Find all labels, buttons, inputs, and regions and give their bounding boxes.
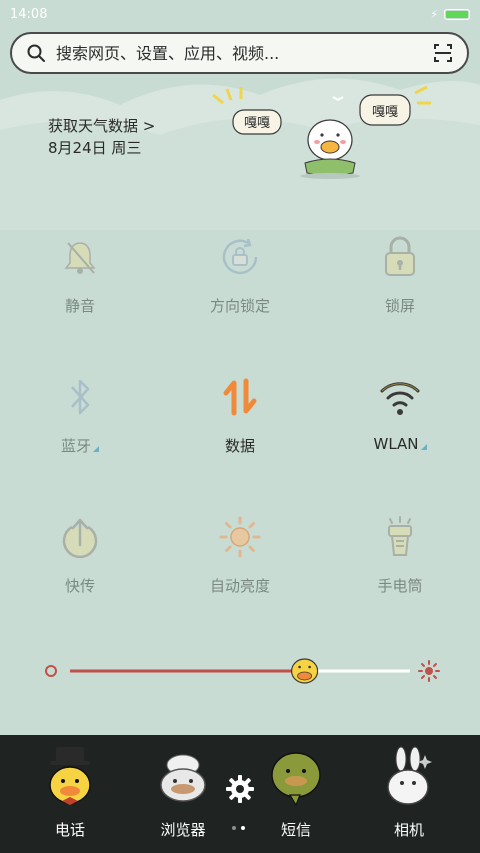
weather-widget[interactable]: 获取天气数据 > 8月24日 周三 — [48, 115, 155, 159]
search-icon — [27, 44, 45, 62]
search-bar[interactable] — [10, 32, 469, 74]
status-bar: 14:08 ⚡ — [0, 0, 480, 28]
brightness-slider[interactable] — [44, 655, 440, 689]
tile-flashlight[interactable]: 手电筒 — [320, 513, 480, 613]
status-time: 14:08 — [10, 6, 48, 22]
brightness-low-icon — [45, 665, 57, 677]
tile-label-wrap: WLAN — [373, 435, 427, 453]
bell-muted-icon — [56, 233, 104, 281]
page-indicator — [232, 826, 245, 830]
tile-silent[interactable]: 静音 — [0, 233, 160, 333]
gear-icon[interactable] — [224, 773, 256, 805]
bubble-left-text: 嘎嘎 — [244, 116, 270, 131]
bluetooth-icon — [56, 373, 104, 421]
tile-label: 快传 — [64, 577, 95, 595]
lightning-icon: ⚡ — [430, 7, 438, 21]
tile-label: 锁屏 — [384, 297, 415, 315]
scan-icon[interactable] — [433, 43, 453, 63]
duck-mascot-illustration: 嘎嘎 嘎嘎 — [212, 85, 431, 179]
tile-label-wrap: 蓝牙 — [61, 435, 99, 456]
weather-link[interactable]: 获取天气数据 > — [48, 115, 155, 137]
duck-icon — [300, 119, 360, 179]
status-right: ⚡ — [430, 8, 470, 21]
speech-bubble-left: 嘎嘎 — [212, 87, 282, 135]
dock-app-label: 浏览器 — [160, 821, 206, 839]
share-power-icon — [56, 513, 104, 561]
wifi-icon — [376, 373, 424, 421]
tile-label: 蓝牙 — [60, 437, 91, 455]
dock-app-phone[interactable]: 电话 — [20, 745, 120, 845]
dock-app-label: 电话 — [54, 821, 85, 839]
tile-label: 方向锁定 — [209, 297, 270, 315]
tile-wlan[interactable]: WLAN — [320, 373, 480, 473]
slider-thumb-duck-icon — [291, 658, 319, 684]
tile-label: 数据 — [224, 437, 255, 455]
dock-app-label: 相机 — [393, 821, 424, 839]
expand-triangle-icon — [420, 444, 427, 450]
tile-share[interactable]: 快传 — [0, 513, 160, 613]
weather-date: 8月24日 周三 — [48, 139, 142, 157]
search-input[interactable] — [56, 43, 433, 63]
brightness-high-icon — [418, 660, 440, 682]
tile-label: 自动亮度 — [209, 577, 270, 595]
rotation-lock-icon — [216, 233, 264, 281]
tile-rotation-lock[interactable]: 方向锁定 — [160, 233, 320, 333]
speech-bubble-right: 嘎嘎 — [332, 85, 431, 126]
battery-icon — [444, 8, 470, 20]
camera-bunny-icon — [387, 746, 432, 805]
flashlight-icon — [376, 513, 424, 561]
browser-duck-icon — [160, 754, 206, 802]
dock-app-label: 短信 — [280, 821, 311, 839]
dock-app-camera[interactable]: 相机 — [359, 745, 459, 845]
tile-label: 手电筒 — [377, 577, 423, 595]
tile-bluetooth[interactable]: 蓝牙 — [0, 373, 160, 473]
bubble-right-text: 嘎嘎 — [372, 105, 398, 120]
lock-icon — [376, 233, 424, 281]
dock-app-messages[interactable]: 短信 — [246, 745, 346, 845]
messages-duck-icon — [271, 752, 321, 807]
tile-mobile-data[interactable]: 数据 — [160, 373, 320, 473]
tile-lock-screen[interactable]: 锁屏 — [320, 233, 480, 333]
tile-auto-brightness[interactable]: 自动亮度 — [160, 513, 320, 613]
page-dot-active — [241, 826, 245, 830]
mobile-data-icon — [216, 373, 264, 421]
battery-fill — [446, 10, 468, 18]
tile-label: 静音 — [64, 297, 95, 315]
dock-app-browser[interactable]: 浏览器 — [133, 745, 233, 845]
tile-label: WLAN — [373, 435, 419, 453]
page-dot — [232, 826, 236, 830]
sun-icon — [216, 513, 264, 561]
expand-triangle-icon — [93, 446, 99, 452]
phone-duck-icon — [49, 747, 91, 805]
